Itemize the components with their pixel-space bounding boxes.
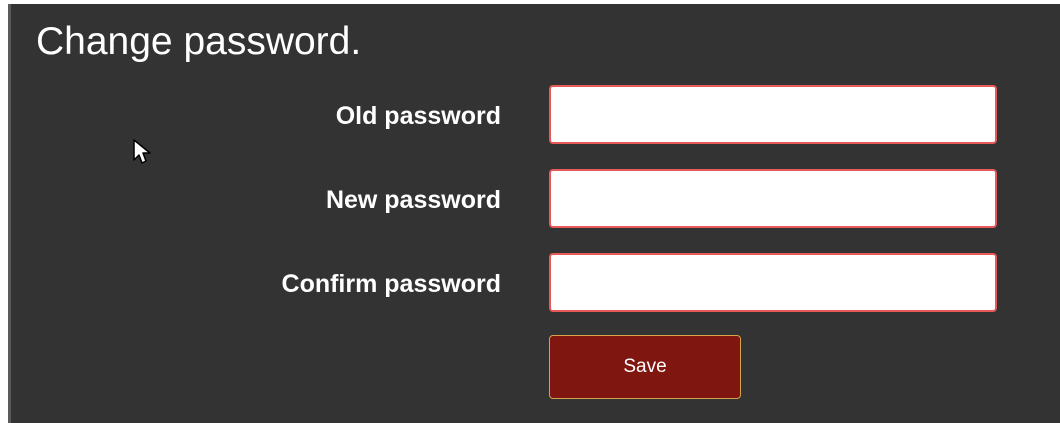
new-password-field[interactable] [549, 169, 997, 228]
mouse-pointer-icon [133, 139, 151, 164]
confirm-password-field[interactable] [549, 253, 997, 312]
save-button[interactable]: Save [549, 335, 741, 399]
change-password-panel: Change password. Old password New passwo… [8, 4, 1060, 423]
confirm-password-label: Confirm password [281, 270, 501, 298]
new-password-label: New password [325, 186, 501, 214]
page-title: Change password. [36, 20, 362, 63]
old-password-label: Old password [335, 102, 501, 130]
old-password-field[interactable] [549, 85, 997, 144]
